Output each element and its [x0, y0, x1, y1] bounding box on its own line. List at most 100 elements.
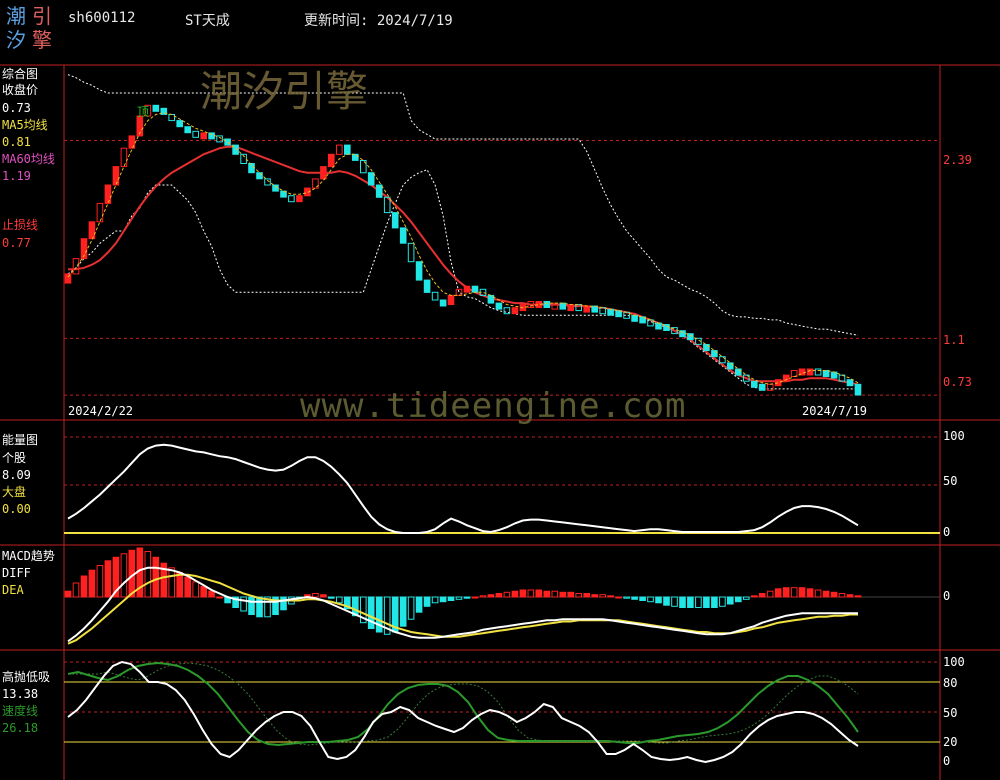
axis-label-1-1: 1.1	[943, 333, 965, 347]
dea-label: DEA	[2, 583, 24, 597]
candle	[567, 304, 575, 312]
candle	[328, 153, 335, 168]
candle	[463, 285, 471, 293]
macd-bar	[830, 591, 838, 598]
stock-energy-line	[67, 443, 859, 534]
candle	[631, 314, 638, 322]
macd-bar	[423, 596, 431, 607]
macd-bar	[854, 595, 862, 598]
candle	[256, 172, 263, 180]
macd-bar	[527, 589, 535, 598]
macd-bar	[256, 596, 263, 618]
candle	[431, 291, 439, 301]
macd-bar	[583, 593, 591, 598]
macd-bar	[790, 587, 798, 598]
macd-bar	[711, 596, 718, 608]
macd-bar	[431, 596, 439, 604]
candle	[200, 132, 207, 140]
candle	[96, 202, 104, 223]
macd-bar	[766, 590, 774, 598]
candle	[455, 288, 463, 296]
macd-bar	[639, 596, 646, 601]
energy-axis-50: 50	[943, 474, 958, 488]
candle	[176, 120, 183, 128]
macd-bar	[575, 593, 583, 598]
macd-bar	[695, 596, 702, 608]
macd-bar	[96, 565, 104, 598]
candle	[152, 104, 160, 112]
ma60-line	[68, 145, 859, 386]
macd-bar	[671, 596, 678, 607]
candle	[471, 285, 479, 293]
macd-bar	[88, 569, 96, 598]
macd-bar	[798, 587, 806, 598]
stock-energy-value: 8.09	[2, 468, 31, 482]
macd-bar	[439, 596, 447, 603]
macd-bar	[248, 596, 255, 615]
macd-bar	[455, 596, 463, 600]
diff-label: DIFF	[2, 566, 31, 580]
macd-bar	[663, 596, 670, 606]
candle	[88, 221, 96, 240]
candle	[814, 368, 822, 376]
macd-bar	[471, 596, 479, 599]
macd-bar	[806, 588, 814, 598]
macd-bar	[216, 596, 223, 599]
macd-bar	[727, 596, 734, 605]
macd-bar	[367, 596, 375, 629]
macd-bar	[80, 575, 88, 598]
ma5-line	[67, 112, 859, 385]
candle	[375, 184, 383, 198]
stock-energy-label: 个股	[2, 451, 27, 465]
candle	[751, 380, 758, 388]
candle	[583, 305, 591, 313]
macd-bar	[240, 596, 247, 612]
candle	[320, 166, 327, 180]
macd-bar	[591, 594, 599, 598]
candle	[391, 212, 399, 229]
close-value: 0.73	[2, 101, 31, 115]
candle	[806, 368, 814, 376]
macd-bar	[567, 591, 575, 598]
market-energy-value: 0.00	[2, 502, 31, 516]
gaopao-panel-title: 高抛低吸	[2, 670, 51, 684]
macd-panel-title: MACD趋势	[2, 549, 55, 563]
macd-bar	[743, 596, 750, 600]
macd-bar	[280, 596, 287, 611]
candle	[248, 163, 255, 174]
candle	[830, 371, 838, 379]
candle	[399, 227, 407, 244]
macd-bar	[64, 590, 72, 598]
macd-bar	[814, 589, 822, 598]
speed-value: 26.18	[2, 721, 39, 735]
brand-watermark: 潮汐引擎	[200, 67, 369, 116]
macd-bar	[511, 590, 519, 598]
macd-bar	[144, 551, 152, 598]
url-watermark: www.tideengine.com	[300, 386, 687, 426]
stop-loss-value: 0.77	[2, 236, 31, 250]
ma5-label: MA5均线	[2, 118, 48, 132]
candle	[543, 301, 551, 308]
macd-bar	[120, 553, 128, 598]
candle	[423, 279, 431, 293]
macd-bar	[415, 596, 423, 613]
macd-bar	[104, 560, 112, 598]
macd-bar	[200, 586, 207, 598]
candle	[192, 130, 199, 138]
gaopao-axis-100: 100	[943, 655, 965, 669]
candle	[367, 172, 375, 186]
macd-bar	[479, 595, 487, 598]
macd-axis-0: 0	[943, 589, 951, 603]
macd-bar	[543, 590, 551, 598]
candle	[846, 379, 854, 387]
macd-bar	[72, 582, 80, 598]
macd-bar	[184, 576, 191, 598]
energy-axis-0: 0	[943, 525, 951, 539]
candle	[336, 144, 343, 155]
start-date: 2024/2/22	[68, 404, 134, 418]
macd-bar	[176, 572, 183, 598]
candle	[296, 195, 303, 203]
macd-bar	[399, 596, 407, 627]
ma60-value: 1.19	[2, 169, 31, 183]
macd-bar	[679, 596, 686, 608]
